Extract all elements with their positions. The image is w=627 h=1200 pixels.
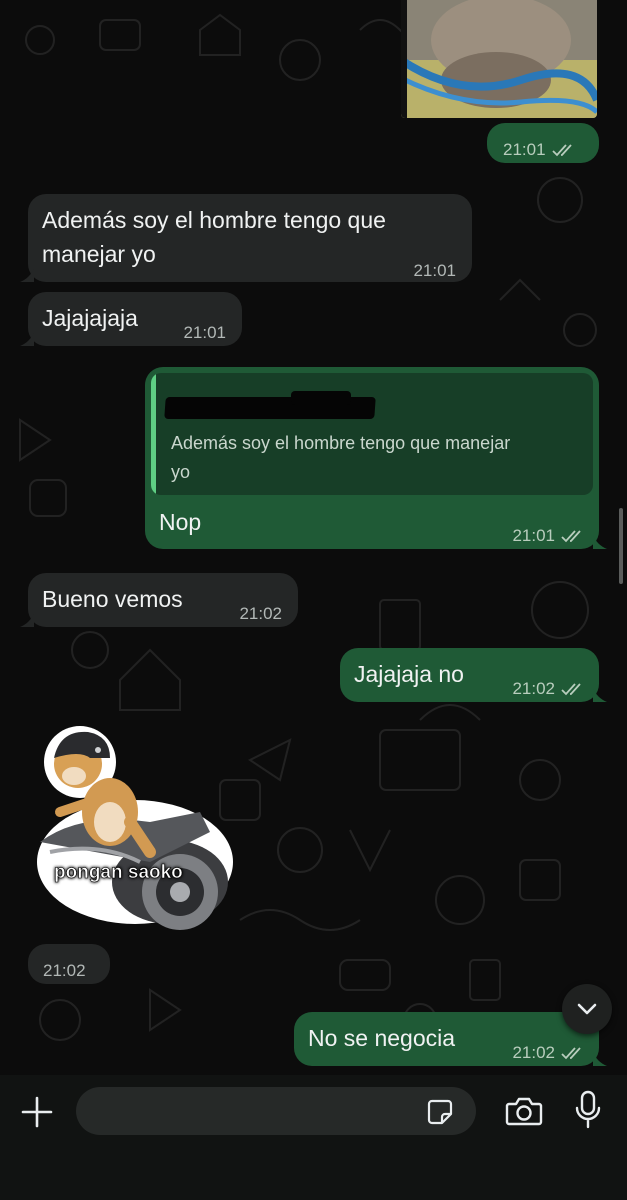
plus-icon[interactable]	[20, 1095, 54, 1129]
message-text: Nop	[159, 509, 202, 535]
message-m0-time-bubble: 21:01	[487, 123, 599, 163]
scroll-indicator[interactable]	[619, 508, 623, 584]
message-text: manejar yo	[42, 241, 156, 267]
message-text: Bueno vemos	[42, 586, 183, 612]
message-text: Jajajaja no	[354, 661, 464, 687]
message-time: 21:02	[512, 679, 555, 698]
sticker-icon[interactable]	[426, 1098, 454, 1126]
outgoing-message[interactable]: No se negocia 21:02	[294, 1012, 607, 1066]
microphone-icon[interactable]	[574, 1090, 602, 1132]
bubble-tail	[593, 688, 607, 702]
message-time: 21:01	[183, 323, 226, 342]
bubble-tail	[593, 535, 607, 549]
read-ticks-icon	[561, 1047, 581, 1060]
bubble-tail	[20, 613, 34, 627]
incoming-message[interactable]: Además soy el hombre tengo que manejar y…	[20, 194, 472, 282]
message-time: 21:02	[43, 961, 86, 980]
quoted-text-line: yo	[171, 462, 191, 482]
message-text: Además soy el hombre tengo que	[42, 207, 386, 233]
quoted-text-line: Además soy el hombre tengo que manejar	[171, 433, 511, 453]
message-text: No se negocia	[308, 1025, 456, 1051]
quoted-message[interactable]: Además soy el hombre tengo que manejar y…	[151, 373, 593, 495]
read-ticks-icon	[561, 683, 581, 696]
image-message[interactable]	[401, 0, 597, 118]
incoming-message[interactable]: Jajajajaja 21:01	[20, 292, 242, 346]
message-time: 21:01	[512, 526, 555, 545]
read-ticks-icon	[551, 144, 572, 157]
doge-motorcycle-sticker	[37, 726, 233, 930]
sticker-caption: pongan saoko	[54, 862, 183, 884]
incoming-message[interactable]: Bueno vemos 21:02	[20, 573, 298, 627]
message-input-bar	[0, 1075, 627, 1200]
message-text: Jajajajaja	[42, 305, 138, 331]
message-input[interactable]	[76, 1087, 476, 1135]
sticker-message[interactable]: pongan saoko	[30, 722, 240, 942]
outgoing-reply-message[interactable]: Además soy el hombre tengo que manejar y…	[145, 367, 607, 549]
chat-area[interactable]: 21:01 Además soy el hombre tengo que man…	[0, 0, 627, 1075]
message-time: 21:02	[239, 604, 282, 623]
scroll-to-bottom-button[interactable]	[562, 984, 612, 1034]
camera-icon[interactable]	[505, 1095, 543, 1127]
message-time: 21:01	[413, 261, 456, 280]
quote-bar	[151, 373, 156, 495]
quoted-text: Además soy el hombre tengo que manejar y…	[171, 429, 591, 487]
read-ticks-icon	[561, 530, 581, 543]
bubble-tail	[20, 332, 34, 346]
message-time: 21:02	[512, 1043, 555, 1062]
outgoing-message[interactable]: Jajajaja no 21:02	[340, 648, 607, 702]
bubble-tail	[20, 268, 34, 282]
bubble-tail	[593, 1052, 607, 1066]
redacted-sender-name-part	[291, 391, 351, 405]
chevron-down-icon	[577, 1003, 597, 1015]
message-time: 21:01	[503, 140, 546, 159]
cat-photo	[401, 0, 597, 118]
sticker-time-bubble: 21:02	[28, 944, 110, 984]
